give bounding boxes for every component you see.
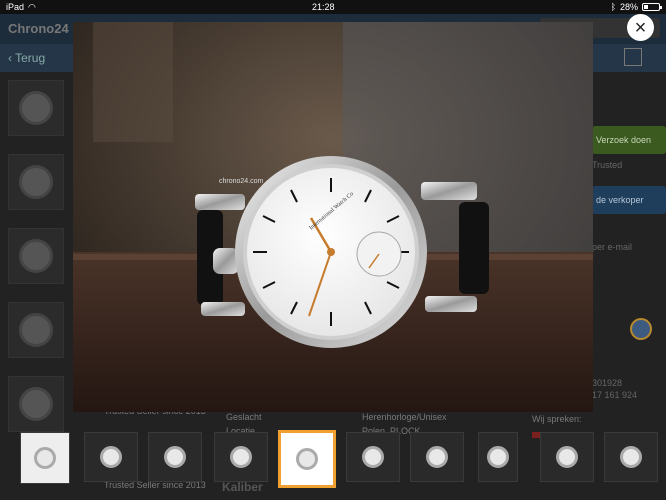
side-thumb[interactable] — [8, 80, 64, 136]
battery-percent: 28% — [619, 2, 638, 12]
contact-button[interactable]: Verzoek doen — [592, 126, 666, 154]
side-thumb[interactable] — [8, 228, 64, 284]
watch-photo[interactable]: International Watch Co chrono24.com — [73, 22, 593, 412]
trusted-seller-badge-icon — [630, 318, 652, 340]
bluetooth-icon: ᛒ — [610, 2, 616, 12]
wifi-icon: ◠ — [28, 1, 36, 12]
thumbnail-selected[interactable] — [278, 430, 336, 488]
side-thumb[interactable] — [8, 154, 64, 210]
side-thumb[interactable] — [8, 376, 64, 432]
status-bar: iPad ◠ 21:28 ᛒ 28% — [0, 0, 666, 14]
thumbnail[interactable] — [20, 432, 70, 484]
languages-label: Wij spreken: — [532, 414, 582, 424]
spec-label: Geslacht — [226, 412, 262, 422]
thumbnail[interactable] — [410, 432, 464, 482]
side-thumbnails — [8, 80, 66, 450]
device-label: iPad — [6, 2, 25, 12]
thumbnail[interactable] — [148, 432, 202, 482]
thumbnail[interactable] — [604, 432, 658, 482]
phone-number: 301928 — [592, 378, 623, 388]
thumbnail[interactable] — [540, 432, 594, 482]
spec-value: Herenhorloge/Unisex — [362, 412, 447, 422]
section-title: Kaliber — [222, 480, 263, 494]
site-logo[interactable]: Chrono24 — [8, 21, 69, 36]
watchlist-icon[interactable] — [624, 48, 642, 66]
thumbnail[interactable] — [346, 432, 400, 482]
close-button[interactable]: × — [627, 14, 654, 41]
side-thumb[interactable] — [8, 302, 64, 358]
phone-number: 17 161 924 — [592, 390, 638, 400]
mail-link[interactable]: per e-mail — [592, 242, 632, 252]
photo-watermark: chrono24.com — [219, 178, 264, 185]
close-icon: × — [634, 16, 647, 39]
back-button[interactable]: ‹ Terug — [8, 51, 45, 65]
contact-vendor-button[interactable]: de verkoper — [592, 186, 666, 214]
clock: 21:28 — [311, 2, 335, 12]
thumbnail-strip — [0, 428, 666, 490]
thumbnail[interactable] — [214, 432, 268, 482]
thumbnail[interactable] — [478, 432, 518, 482]
thumbnail[interactable] — [84, 432, 138, 482]
battery-icon — [641, 3, 662, 11]
trusted-label: Trusted — [592, 160, 623, 170]
